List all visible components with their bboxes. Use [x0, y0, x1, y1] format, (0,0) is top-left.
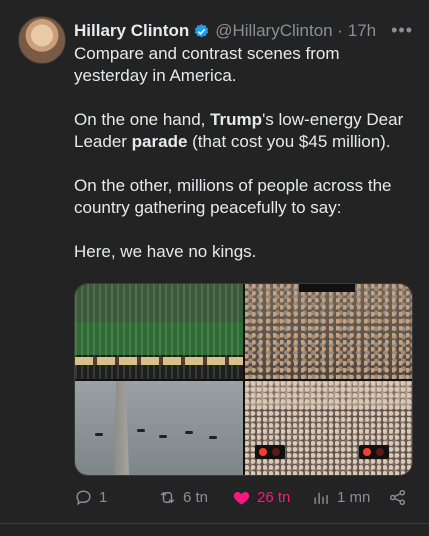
photo-crowd-sign[interactable] [244, 284, 412, 379]
traffic-light [254, 445, 285, 459]
view-count: 1 mn [337, 488, 371, 506]
tweet-paragraph: Here, we have no kings. [74, 242, 257, 261]
reply-button[interactable]: 1 [74, 488, 107, 507]
tweet-paragraph: On the one hand, Trump's low-energy Dear… [74, 110, 404, 151]
reply-icon [76, 489, 91, 505]
crowd-sign [298, 284, 355, 292]
tweet-time: 17h [347, 21, 377, 40]
photo-crowd-street[interactable] [244, 380, 412, 475]
divider [0, 523, 429, 524]
views-button[interactable]: 1 mn [312, 488, 370, 507]
helicopter [159, 434, 167, 438]
helicopter [209, 435, 217, 439]
like-icon [233, 491, 250, 505]
reply-count: 1 [99, 488, 108, 506]
author-handle[interactable]: @HillaryClinton · 17h [215, 21, 376, 41]
repost-count: 6 tn [183, 488, 209, 506]
monument [113, 380, 129, 475]
tweet-header: Hillary Clinton @HillaryClinton · 17h ••… [74, 20, 419, 42]
like-count: 26 tn [257, 488, 291, 506]
share-button[interactable] [388, 488, 413, 507]
repost-icon [160, 491, 175, 503]
tweet-paragraph: Compare and contrast scenes from yesterd… [74, 44, 340, 85]
photo-monument-helicopters[interactable] [75, 380, 243, 475]
like-button[interactable]: 26 tn [232, 488, 290, 507]
helicopter [95, 432, 103, 436]
action-bar: 1 6 tn 26 tn 1 mn [74, 486, 414, 508]
author-name[interactable]: Hillary Clinton [74, 21, 189, 41]
tweet-paragraph: On the other, millions of people across … [74, 176, 392, 217]
avatar[interactable] [18, 16, 66, 64]
media-grid [74, 283, 413, 476]
share-icon [389, 489, 406, 505]
views-icon [314, 492, 328, 504]
helicopter [137, 428, 145, 432]
helicopter [185, 430, 193, 434]
verified-badge-icon [195, 23, 209, 37]
more-icon[interactable]: ••• [391, 20, 413, 41]
traffic-light [358, 445, 389, 459]
photo-parade[interactable] [75, 284, 243, 379]
tweet-text: Compare and contrast scenes from yesterd… [74, 43, 414, 285]
repost-button[interactable]: 6 tn [158, 488, 208, 507]
